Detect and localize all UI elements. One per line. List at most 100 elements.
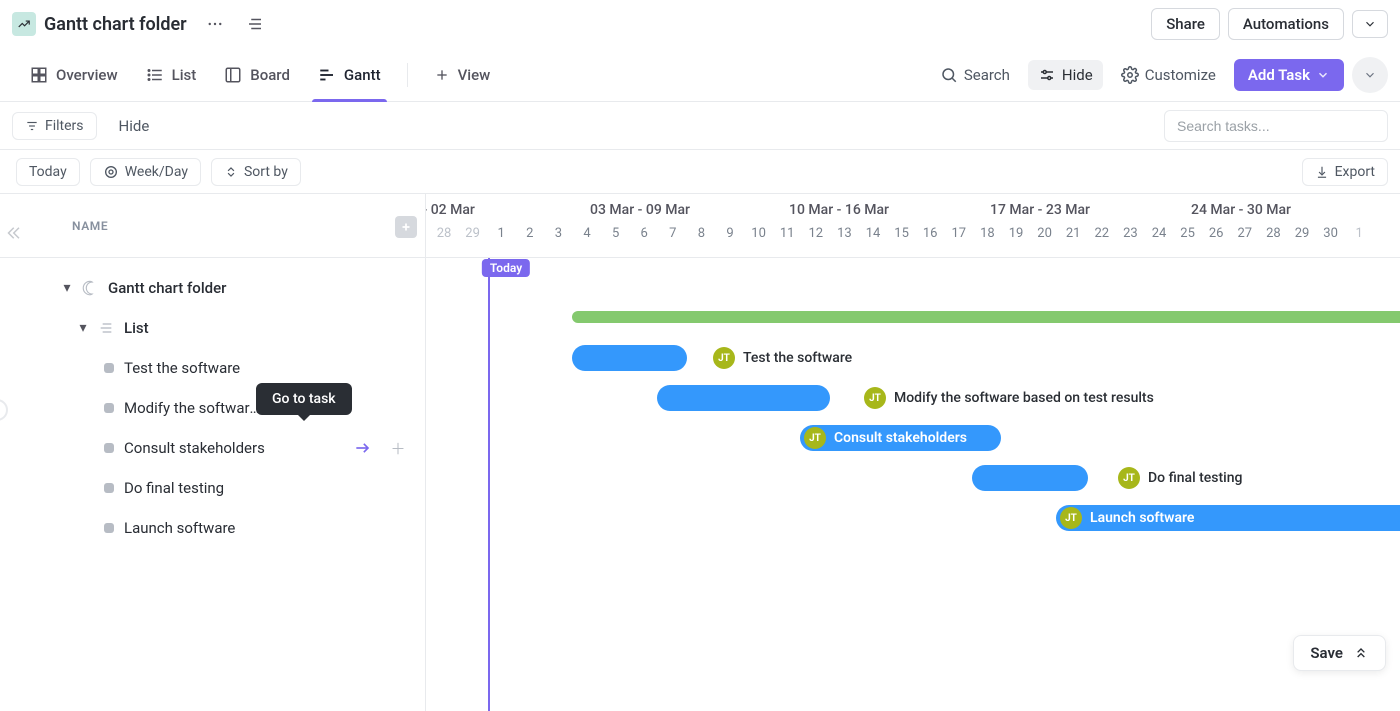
day-label: 1 [487,226,515,241]
share-button[interactable]: Share [1151,8,1220,40]
sort-icon [224,165,238,179]
day-label: 9 [716,226,744,241]
automations-dropdown-button[interactable] [1352,10,1388,38]
name-column-header: NAME [72,219,108,233]
day-label: 23 [1116,226,1144,241]
assignee-avatar[interactable]: JT [1118,467,1140,489]
zoom-row: Today Week/Day Sort by Export [0,150,1400,194]
timeline-rows: JTTest the software JTModify the software… [426,258,1400,538]
hide-button[interactable]: Hide [1028,60,1103,90]
status-dot-icon [104,523,114,533]
day-label: 13 [830,226,858,241]
filter-hide-button[interactable]: Hide [109,112,160,140]
day-label: 19 [1002,226,1030,241]
chevron-down-icon [1316,68,1330,82]
gantt-bar-label: Launch software [1090,510,1194,526]
calendar-icon [103,164,119,180]
add-column-button[interactable] [395,216,417,238]
gantt-bar[interactable] [657,385,830,411]
more-round-button[interactable] [1352,57,1388,93]
task-label: Modify the software based on test result… [124,399,264,417]
tree-list-row[interactable]: ▾ List [0,308,417,348]
range-button[interactable]: Week/Day [90,158,201,186]
export-button[interactable]: Export [1302,158,1388,186]
overview-icon [30,66,48,84]
gantt-bar[interactable] [972,465,1088,491]
sliders-icon [1038,66,1056,84]
list-toggle-icon[interactable] [243,12,267,36]
customize-button[interactable]: Customize [1111,60,1226,90]
gantt-bar[interactable] [572,345,687,371]
gantt-task-label: Do final testing [1148,470,1242,486]
page-title: Gantt chart folder [44,14,187,35]
gear-icon [1121,66,1139,84]
filters-button[interactable]: Filters [12,112,97,140]
day-label: 8 [687,226,715,241]
week-label: 10 Mar - 16 Mar [789,202,889,218]
day-label: 4 [573,226,601,241]
folder-chart-icon [12,12,36,36]
task-label: Do final testing [124,479,224,497]
tab-board[interactable]: Board [210,48,304,101]
caret-down-icon[interactable]: ▾ [78,320,88,336]
more-icon[interactable] [203,12,227,36]
collapse-sidebar-icon[interactable] [4,224,22,242]
day-label: 29 [1288,226,1316,241]
summary-bar[interactable] [572,311,1400,323]
task-row[interactable]: Test the software [0,348,417,388]
add-view-button[interactable]: View [420,48,505,101]
day-label: 12 [802,226,830,241]
day-label: 10 [745,226,773,241]
tree-folder-row[interactable]: ▾ Gantt chart folder [0,268,417,308]
day-label: 28 [430,226,458,241]
task-add-subitem-icon[interactable]: ＋ [387,438,409,459]
gantt-bar-label: Consult stakeholders [834,430,967,446]
day-label: 2 [516,226,544,241]
go-to-task-icon[interactable] [353,438,373,458]
timeline-task-row: JT Launch software [426,498,1400,538]
gantt-bar-outer-label: JTTest the software [713,347,852,369]
plus-icon [434,67,450,83]
task-row[interactable]: Consult stakeholders ＋ [0,428,417,468]
list-mini-icon [96,318,116,338]
tab-overview[interactable]: Overview [16,48,132,101]
status-dot-icon [104,363,114,373]
tab-gantt[interactable]: Gantt [304,48,395,101]
task-label: Consult stakeholders [124,439,265,457]
gantt-bar[interactable]: JT Consult stakeholders [800,425,1001,451]
gantt-bar[interactable]: JT Launch software [1056,505,1400,531]
topbar: Gantt chart folder Share Automations [0,0,1400,48]
task-row[interactable]: Modify the software based on test result… [0,388,417,428]
automations-button[interactable]: Automations [1228,8,1344,40]
search-tasks-input[interactable] [1164,110,1388,142]
day-label: 5 [602,226,630,241]
add-task-button[interactable]: Add Task [1234,59,1344,91]
timeline-task-row: JTModify the software based on test resu… [426,378,1400,418]
caret-down-icon[interactable]: ▾ [62,280,72,296]
today-button[interactable]: Today [16,158,80,186]
week-label: 24 Mar - 30 Mar [1191,202,1291,218]
search-button[interactable]: Search [930,60,1020,90]
task-label: Launch software [124,519,235,537]
day-label: 20 [1031,226,1059,241]
sort-button[interactable]: Sort by [211,158,301,186]
assignee-avatar[interactable]: JT [864,387,886,409]
task-row[interactable]: Launch software [0,508,417,548]
gantt-timeline[interactable]: b - 02 Mar03 Mar - 09 Mar10 Mar - 16 Mar… [426,194,1400,711]
sidebar-header: NAME [0,194,425,258]
divider [407,63,408,87]
task-row[interactable]: Do final testing [0,468,417,508]
search-icon [940,66,958,84]
status-dot-icon [104,483,114,493]
list-icon [146,66,164,84]
assignee-avatar[interactable]: JT [804,427,826,449]
assignee-avatar[interactable]: JT [1060,507,1082,529]
collapse-up-icon [1353,645,1369,661]
save-button[interactable]: Save [1293,635,1386,671]
day-label: 6 [630,226,658,241]
view-tabs-row: Overview List Board Gantt View Search Hi… [0,48,1400,102]
day-label: 1 [1345,226,1373,241]
assignee-avatar[interactable]: JT [713,347,735,369]
day-label: 22 [1088,226,1116,241]
tab-list[interactable]: List [132,48,211,101]
